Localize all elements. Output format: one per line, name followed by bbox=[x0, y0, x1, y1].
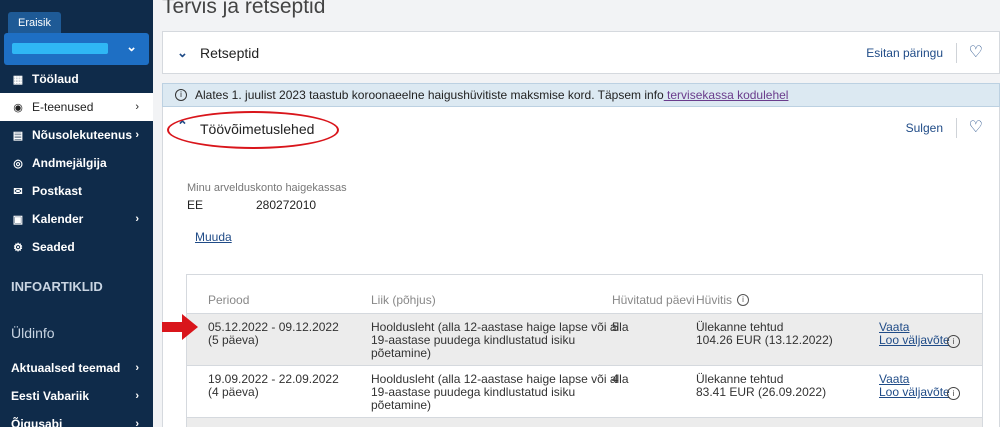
user-circle-icon: ◉ bbox=[13, 101, 23, 114]
certificates-table: Periood Liik (põhjus) Hüvitatud päevi Hü… bbox=[186, 274, 983, 427]
divider bbox=[956, 43, 957, 63]
period-cell: 19.09.2022 - 22.09.2022 (4 päeva) bbox=[208, 373, 339, 399]
chevron-down-icon[interactable]: ⌄ bbox=[177, 45, 188, 61]
table-row: 19.09.2022 - 22.09.2022 (4 päeva) Hooldu… bbox=[187, 365, 982, 417]
eye-icon: ◎ bbox=[13, 157, 23, 170]
chevron-right-icon: › bbox=[135, 362, 139, 374]
benefit-amount: 83.41 EUR (26.09.2022) bbox=[696, 385, 827, 399]
column-header-benefit: Hüvitis i bbox=[696, 293, 750, 307]
sidebar-link-oigusabi[interactable]: Õigusabi › bbox=[0, 410, 153, 427]
sidebar-item-label: Kalender bbox=[32, 212, 84, 226]
close-link[interactable]: Sulgen bbox=[906, 121, 943, 135]
account-number: 280272010 bbox=[256, 198, 317, 212]
sidebar-link-eesti-vabariik[interactable]: Eesti Vabariik › bbox=[0, 382, 153, 410]
section-heading-infoartiklid: INFOARTIKLID bbox=[11, 279, 103, 294]
chevron-right-icon: › bbox=[135, 418, 139, 427]
sidebar-link-label: Õigusabi bbox=[11, 417, 63, 427]
sidebar-item-label: Töölaud bbox=[32, 72, 79, 86]
create-extract-link[interactable]: Loo väljavõte bbox=[879, 334, 950, 347]
column-header-period: Periood bbox=[208, 293, 250, 307]
role-tab[interactable]: Eraisik bbox=[8, 12, 61, 34]
days-cell: 4 bbox=[612, 372, 619, 386]
red-annotation-arrow-icon bbox=[162, 314, 198, 340]
sidebar-item-seaded[interactable]: ⚙ Seaded bbox=[0, 233, 153, 261]
info-icon: i bbox=[175, 88, 187, 101]
table-row: 05.12.2022 - 09.12.2022 (5 päeva) Hooldu… bbox=[187, 313, 982, 365]
request-link[interactable]: Esitan päringu bbox=[866, 46, 943, 60]
sidebar-item-andmejalgija[interactable]: ◎ Andmejälgija bbox=[0, 149, 153, 177]
type-cell: Hooldusleht (alla 12-aastase haige lapse… bbox=[371, 373, 629, 412]
heart-icon[interactable]: ♡ bbox=[969, 42, 983, 62]
sidebar-item-e-teenused[interactable]: ◉ E-teenused › bbox=[0, 93, 153, 121]
page-title: Tervis ja retseptid bbox=[162, 0, 326, 18]
benefit-amount: 104.26 EUR (13.12.2022) bbox=[696, 333, 833, 347]
chevron-down-icon: ⌄ bbox=[126, 39, 137, 54]
sidebar-item-label: Seaded bbox=[32, 240, 75, 254]
sidebar-item-label: Postkast bbox=[32, 184, 83, 198]
consent-icon: ▤ bbox=[12, 129, 24, 142]
mail-icon: ✉ bbox=[13, 185, 23, 198]
sidebar-link-aktuaalsed-teemad[interactable]: Aktuaalsed teemad › bbox=[0, 354, 153, 382]
type-line: põetamine) bbox=[371, 398, 432, 412]
sidebar-item-nousolekuteenus[interactable]: ▤ Nõusolekuteenus › bbox=[0, 121, 153, 149]
prescriptions-header[interactable]: ⌄ Retseptid Esitan päringu ♡ bbox=[163, 32, 999, 74]
type-line: põetamine) bbox=[371, 346, 432, 360]
chevron-right-icon: › bbox=[135, 129, 139, 141]
info-icon[interactable]: i bbox=[947, 335, 960, 348]
info-notice: i Alates 1. juulist 2023 taastub koroonae… bbox=[162, 83, 1000, 107]
sidebar-item-postkast[interactable]: ✉ Postkast bbox=[0, 177, 153, 205]
section-heading-uldinfo: Üldinfo bbox=[11, 325, 55, 341]
column-header-days: Hüvitatud päevi bbox=[612, 293, 695, 307]
red-annotation-oval bbox=[167, 111, 339, 149]
edit-account-link[interactable]: Muuda bbox=[195, 230, 232, 244]
table-row bbox=[187, 417, 982, 427]
sidebar-item-toolaud[interactable]: ▦ Töölaud bbox=[0, 65, 153, 93]
redacted-account-name bbox=[12, 43, 108, 54]
period-days-note: (4 päeva) bbox=[208, 385, 259, 399]
gear-icon: ⚙ bbox=[13, 241, 23, 254]
prescriptions-panel: ⌄ Retseptid Esitan päringu ♡ bbox=[162, 31, 1000, 74]
sidebar-item-label: Nõusolekuteenus bbox=[32, 128, 133, 142]
type-cell: Hooldusleht (alla 12-aastase haige lapse… bbox=[371, 321, 629, 360]
sidebar-link-label: Eesti Vabariik bbox=[11, 389, 90, 403]
sick-leave-panel: ⌃ Töövõimetuslehed Sulgen ♡ Minu arveldu… bbox=[162, 107, 1000, 427]
info-icon[interactable]: i bbox=[947, 387, 960, 400]
benefit-cell: Ülekanne tehtud 104.26 EUR (13.12.2022) bbox=[696, 321, 833, 347]
period-cell: 05.12.2022 - 09.12.2022 (5 päeva) bbox=[208, 321, 339, 347]
heart-icon[interactable]: ♡ bbox=[969, 117, 983, 137]
sidebar-item-label: E-teenused bbox=[32, 100, 94, 114]
calendar-icon: ▣ bbox=[12, 213, 24, 226]
main-content: Tervis ja retseptid ⌄ Retseptid Esitan p… bbox=[153, 0, 1000, 427]
dashboard-icon: ▦ bbox=[12, 73, 24, 86]
sidebar-link-label: Aktuaalsed teemad bbox=[11, 361, 121, 375]
sidebar-item-label: Andmejälgija bbox=[32, 156, 107, 170]
benefit-header-label: Hüvitis bbox=[696, 293, 733, 307]
sidebar: Eraisik ⌄ ▦ Töölaud ◉ E-teenused › ▤ Nõu… bbox=[0, 0, 153, 427]
account-selector[interactable]: ⌄ bbox=[4, 33, 149, 65]
sidebar-item-kalender[interactable]: ▣ Kalender › bbox=[0, 205, 153, 233]
create-extract-link[interactable]: Loo väljavõte bbox=[879, 386, 950, 399]
days-cell: 5 bbox=[612, 320, 619, 334]
chevron-right-icon: › bbox=[135, 390, 139, 402]
divider bbox=[956, 118, 957, 138]
account-prefix: EE bbox=[187, 198, 204, 212]
notice-link[interactable]: tervisekassa kodulehel bbox=[664, 88, 788, 102]
notice-text: Alates 1. juulist 2023 taastub koroonaee… bbox=[195, 88, 664, 102]
prescriptions-title: Retseptid bbox=[200, 45, 260, 61]
benefit-cell: Ülekanne tehtud 83.41 EUR (26.09.2022) bbox=[696, 373, 826, 399]
account-label: Minu arvelduskonto haigekassas bbox=[187, 182, 347, 194]
chevron-right-icon: › bbox=[135, 101, 139, 113]
period-days-note: (5 päeva) bbox=[208, 333, 259, 347]
chevron-right-icon: › bbox=[135, 213, 139, 225]
info-icon[interactable]: i bbox=[737, 293, 750, 306]
column-header-type: Liik (põhjus) bbox=[371, 293, 436, 307]
